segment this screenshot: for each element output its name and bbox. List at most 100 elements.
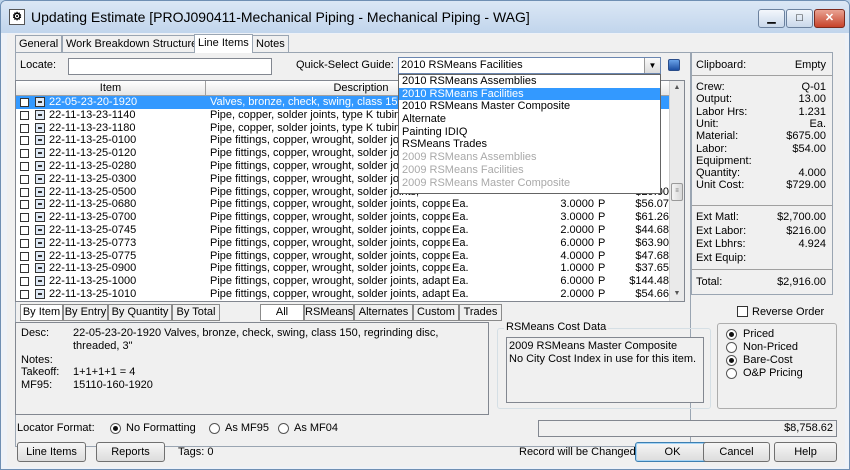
- cell-item: 22-11-13-25-0280: [49, 160, 137, 172]
- ext-value: $2,700.00: [777, 211, 826, 223]
- table-row[interactable]: 22-11-13-25-0773 Pipe fittings, copper, w…: [16, 237, 671, 250]
- dropdown-option[interactable]: 2010 RSMeans Master Composite: [399, 100, 660, 113]
- cell-p: P: [598, 211, 606, 224]
- table-row[interactable]: 22-11-13-25-0745 Pipe fittings, copper, w…: [16, 224, 671, 237]
- cell-cost: $44.68: [635, 224, 669, 236]
- scroll-thumb[interactable]: ≡: [671, 183, 683, 201]
- takeoff-label: Takeoff:: [21, 366, 60, 378]
- book-icon[interactable]: [668, 59, 680, 71]
- client-area: General Work Breakdown Structure Line It…: [7, 34, 845, 467]
- document-icon: [35, 237, 45, 248]
- line-items-button[interactable]: Line Items: [17, 442, 86, 462]
- reverse-order-checkbox[interactable]: [737, 306, 748, 317]
- summary-value: Q-01: [801, 81, 826, 93]
- tab-by-quantity[interactable]: By Quantity: [108, 304, 172, 321]
- document-icon: [35, 250, 45, 261]
- radio-as-mf04[interactable]: [278, 423, 289, 434]
- quick-select-combo[interactable]: 2010 RSMeans Facilities ▼: [398, 57, 661, 74]
- row-checkbox[interactable]: [20, 123, 29, 133]
- row-checkbox[interactable]: [20, 238, 29, 248]
- app-icon[interactable]: ⚙: [9, 9, 25, 25]
- summary-label: Unit Cost:: [696, 179, 745, 192]
- close-button[interactable]: ✕: [814, 9, 845, 28]
- scroll-up-icon[interactable]: ▲: [670, 81, 684, 95]
- minimize-button[interactable]: ▁: [758, 9, 785, 28]
- dropdown-option[interactable]: RSMeans Trades: [399, 138, 660, 151]
- tab-wbs[interactable]: Work Breakdown Structure: [62, 35, 202, 53]
- ext-value: $216.00: [786, 224, 826, 237]
- radio-bare-cost[interactable]: [726, 355, 737, 366]
- radio-op-pricing[interactable]: [726, 368, 737, 379]
- notes-label: Notes:: [21, 354, 53, 366]
- tab-by-item[interactable]: By Item: [20, 304, 63, 321]
- locate-input[interactable]: [68, 58, 272, 75]
- radio-priced[interactable]: [726, 329, 737, 340]
- table-row[interactable]: 22-11-13-25-1010 Pipe fittings, copper, w…: [16, 288, 671, 301]
- dropdown-option[interactable]: Alternate: [399, 113, 660, 126]
- cell-item: 22-11-13-25-0680: [49, 198, 137, 211]
- radio-non-priced[interactable]: [726, 342, 737, 353]
- maximize-button[interactable]: □: [786, 9, 813, 28]
- tab-custom[interactable]: Custom: [413, 304, 459, 321]
- cell-unit: Ea.: [452, 275, 469, 288]
- row-checkbox[interactable]: [20, 174, 29, 184]
- row-checkbox[interactable]: [20, 136, 29, 146]
- dropdown-option[interactable]: Painting IDIQ: [399, 126, 660, 139]
- radio-no-formatting[interactable]: [110, 423, 121, 434]
- tab-by-total[interactable]: By Total: [172, 304, 220, 321]
- summary-label: Output:: [696, 93, 733, 106]
- scroll-down-icon[interactable]: ▼: [670, 287, 684, 301]
- tab-line-items[interactable]: Line Items: [194, 34, 253, 53]
- row-checkbox[interactable]: [20, 98, 29, 107]
- cost-data-line1: 2009 RSMeans Master Composite: [509, 340, 678, 352]
- tab-all[interactable]: All: [260, 304, 304, 321]
- row-checkbox[interactable]: [20, 110, 29, 120]
- col-header-item[interactable]: Item: [16, 81, 206, 96]
- reports-button[interactable]: Reports: [96, 442, 165, 462]
- row-checkbox[interactable]: [20, 290, 29, 299]
- item-details: Desc: 22-05-23-20-1920 Valves, bronze, c…: [15, 322, 489, 415]
- dropdown-option[interactable]: 2010 RSMeans Assemblies: [399, 75, 660, 88]
- row-checkbox[interactable]: [20, 200, 29, 210]
- table-row[interactable]: 22-11-13-25-1000 Pipe fittings, copper, w…: [16, 275, 671, 288]
- row-checkbox[interactable]: [20, 213, 29, 223]
- cell-p: P: [598, 224, 606, 236]
- row-checkbox[interactable]: [20, 277, 29, 287]
- tab-general[interactable]: General: [15, 35, 63, 53]
- row-checkbox[interactable]: [20, 251, 29, 261]
- table-row[interactable]: 22-11-13-25-0900 Pipe fittings, copper, w…: [16, 262, 671, 275]
- tab-notes[interactable]: Notes: [252, 35, 289, 53]
- tab-rsmeans[interactable]: RSMeans: [304, 304, 354, 321]
- summary-panel: Clipboard: Empty Crew: Q-01 Output: 13.00 La…: [691, 52, 833, 295]
- row-checkbox[interactable]: [20, 226, 29, 235]
- dropdown-option[interactable]: 2010 RSMeans Facilities: [399, 87, 660, 101]
- cell-description: Pipe fittings, copper, wrought, solder j…: [210, 288, 450, 300]
- grid-scrollbar[interactable]: ▲ ≡ ▼: [669, 81, 684, 301]
- tab-by-entry[interactable]: By Entry: [63, 304, 108, 321]
- cell-description: Pipe fittings, copper, wrought, solder j…: [210, 262, 450, 275]
- radio-as-mf95[interactable]: [209, 423, 220, 434]
- row-checkbox[interactable]: [20, 149, 29, 159]
- chevron-down-icon[interactable]: ▼: [644, 58, 660, 73]
- row-checkbox[interactable]: [20, 187, 29, 197]
- ok-button[interactable]: OK: [635, 442, 710, 462]
- table-row[interactable]: 22-11-13-25-0700 Pipe fittings, copper, w…: [16, 211, 671, 224]
- tab-alternates[interactable]: Alternates: [354, 304, 413, 321]
- cell-unit: Ea.: [452, 236, 469, 249]
- summary-label: Unit:: [696, 117, 719, 130]
- row-checkbox[interactable]: [20, 162, 29, 171]
- title-bar[interactable]: ⚙ Updating Estimate [PROJ090411-Mechanic…: [1, 1, 849, 33]
- cell-unit: Ea.: [452, 288, 469, 300]
- table-row[interactable]: 22-11-13-25-0775 Pipe fittings, copper, w…: [16, 250, 671, 263]
- label-priced: Priced: [743, 328, 775, 340]
- row-checkbox[interactable]: [20, 264, 29, 274]
- tab-trades[interactable]: Trades: [459, 304, 502, 321]
- help-button[interactable]: Help: [774, 442, 837, 462]
- tags-count: Tags: 0: [178, 446, 214, 458]
- cell-unit: Ea.: [452, 198, 469, 211]
- document-icon: [35, 225, 45, 235]
- ext-label: Ext Matl:: [696, 211, 739, 223]
- cell-quantity: 4.0000: [560, 249, 594, 262]
- cancel-button[interactable]: Cancel: [703, 442, 770, 462]
- table-row[interactable]: 22-11-13-25-0680 Pipe fittings, copper, w…: [16, 198, 671, 211]
